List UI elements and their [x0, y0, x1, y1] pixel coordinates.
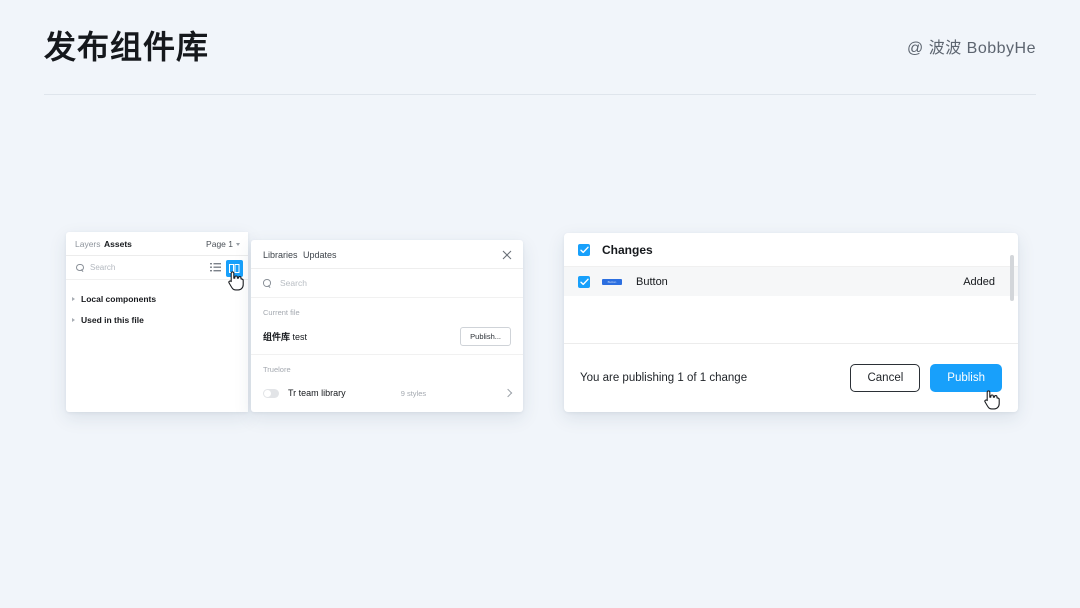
- current-file-name-cn: 组件库: [263, 332, 290, 342]
- tab-assets[interactable]: Assets: [104, 239, 132, 249]
- team-section: Truelore Tr team library 9 styles: [251, 355, 523, 411]
- chevron-right-icon: [72, 297, 75, 301]
- change-component-name: Button: [636, 276, 668, 288]
- assets-tree: Local components Used in this file: [66, 280, 248, 330]
- assets-tab-bar: Layers Assets Page 1: [66, 232, 248, 256]
- tab-updates[interactable]: Updates: [303, 250, 337, 260]
- libraries-panel: Libraries Updates Search Current file 组件…: [251, 240, 523, 412]
- assets-search-input[interactable]: Search: [90, 263, 115, 272]
- assets-search-row[interactable]: Search: [66, 256, 248, 280]
- current-file-name-en: test: [290, 332, 307, 342]
- library-grid-icon[interactable]: [226, 260, 243, 277]
- changes-header-row: Changes: [564, 233, 1018, 267]
- change-status-badge: Added: [963, 276, 995, 288]
- assets-panel: Layers Assets Page 1 Search: [66, 232, 248, 412]
- search-icon: [263, 279, 271, 287]
- tree-item-label: Local components: [81, 294, 156, 304]
- assets-view-toggle-group: [210, 259, 243, 277]
- team-library-row[interactable]: Tr team library 9 styles: [263, 383, 511, 411]
- tree-item-local-components[interactable]: Local components: [66, 288, 248, 309]
- section-title-current-file: Current file: [263, 308, 511, 317]
- team-library-name: Tr team library: [288, 388, 346, 398]
- tab-layers[interactable]: Layers: [75, 239, 101, 249]
- page-header: 发布组件库 @ 波波 BobbyHe: [0, 0, 1080, 96]
- tree-item-label: Used in this file: [81, 315, 144, 325]
- publish-summary-text: You are publishing 1 of 1 change: [580, 372, 747, 384]
- page-selector[interactable]: Page 1: [206, 239, 240, 249]
- section-title-truelore: Truelore: [263, 365, 511, 374]
- close-icon[interactable]: [501, 248, 513, 260]
- search-icon: [76, 264, 84, 272]
- dialog-footer: You are publishing 1 of 1 change Cancel …: [564, 343, 1018, 411]
- changes-title: Changes: [602, 243, 653, 257]
- chevron-down-icon: [236, 243, 240, 246]
- team-library-toggle[interactable]: [263, 389, 279, 398]
- scrollbar-thumb[interactable]: [1010, 255, 1014, 301]
- team-library-styles-count: 9 styles: [401, 389, 426, 398]
- select-all-changes-checkbox[interactable]: [578, 244, 590, 256]
- publish-changes-dialog: Changes Button Button Added You are publ…: [564, 233, 1018, 412]
- publish-file-button[interactable]: Publish...: [460, 327, 511, 346]
- chevron-right-icon: [72, 318, 75, 322]
- page-selector-label: Page 1: [206, 239, 233, 249]
- tab-libraries[interactable]: Libraries: [263, 250, 298, 260]
- chevron-right-icon[interactable]: [504, 389, 512, 397]
- current-file-name: 组件库 test: [263, 330, 307, 343]
- screenshot-root: 发布组件库 @ 波波 BobbyHe Layers Assets Page 1 …: [0, 0, 1080, 608]
- libraries-search-row[interactable]: Search: [251, 269, 523, 298]
- tree-item-used-in-this-file[interactable]: Used in this file: [66, 309, 248, 330]
- current-file-section: Current file 组件库 test Publish...: [251, 298, 523, 355]
- libraries-search-input[interactable]: Search: [280, 278, 307, 288]
- author-credit: @ 波波 BobbyHe: [907, 34, 1036, 58]
- list-view-icon[interactable]: [210, 259, 221, 277]
- component-thumbnail: Button: [602, 279, 622, 285]
- current-file-row: 组件库 test Publish...: [263, 326, 511, 354]
- libraries-tab-bar: Libraries Updates: [251, 240, 523, 269]
- cancel-button[interactable]: Cancel: [850, 364, 920, 392]
- changes-scrollbar[interactable]: [1010, 255, 1014, 379]
- page-title: 发布组件库: [44, 22, 209, 68]
- publish-button[interactable]: Publish: [930, 364, 1002, 392]
- changes-list-empty-area: [564, 296, 1018, 343]
- change-row-checkbox[interactable]: [578, 276, 590, 288]
- change-row[interactable]: Button Button Added: [564, 267, 1018, 296]
- header-divider: [44, 94, 1036, 95]
